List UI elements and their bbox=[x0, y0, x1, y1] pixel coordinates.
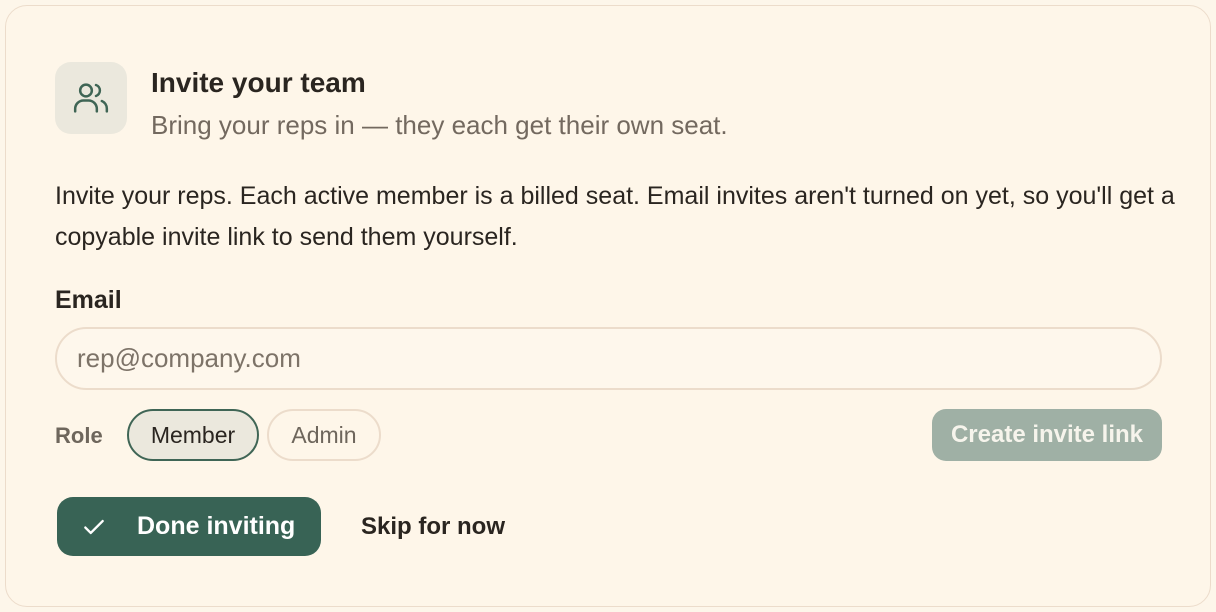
email-label: Email bbox=[55, 286, 122, 314]
skip-for-now-button[interactable]: Skip for now bbox=[351, 497, 515, 556]
done-inviting-label: Done inviting bbox=[137, 512, 296, 540]
invite-description: Invite your reps. Each active member is … bbox=[55, 182, 1175, 251]
role-row: Role Member Admin Create invite link bbox=[55, 409, 1162, 461]
users-icon bbox=[71, 78, 111, 118]
done-inviting-button[interactable]: Done inviting bbox=[57, 497, 321, 556]
create-invite-link-button[interactable]: Create invite link bbox=[932, 409, 1162, 461]
role-option-member[interactable]: Member bbox=[127, 409, 259, 461]
role-label: Role bbox=[55, 423, 103, 448]
check-icon bbox=[81, 514, 107, 540]
team-icon-tile bbox=[55, 62, 127, 134]
header-text: Invite your team Bring your reps in — th… bbox=[151, 62, 728, 141]
email-field[interactable] bbox=[55, 327, 1162, 390]
page-title: Invite your team bbox=[151, 67, 366, 98]
invite-team-card: Invite your team Bring your reps in — th… bbox=[5, 5, 1211, 607]
card-header: Invite your team Bring your reps in — th… bbox=[55, 62, 728, 141]
page-subtitle: Bring your reps in — they each get their… bbox=[151, 110, 728, 140]
role-option-admin[interactable]: Admin bbox=[267, 409, 381, 461]
